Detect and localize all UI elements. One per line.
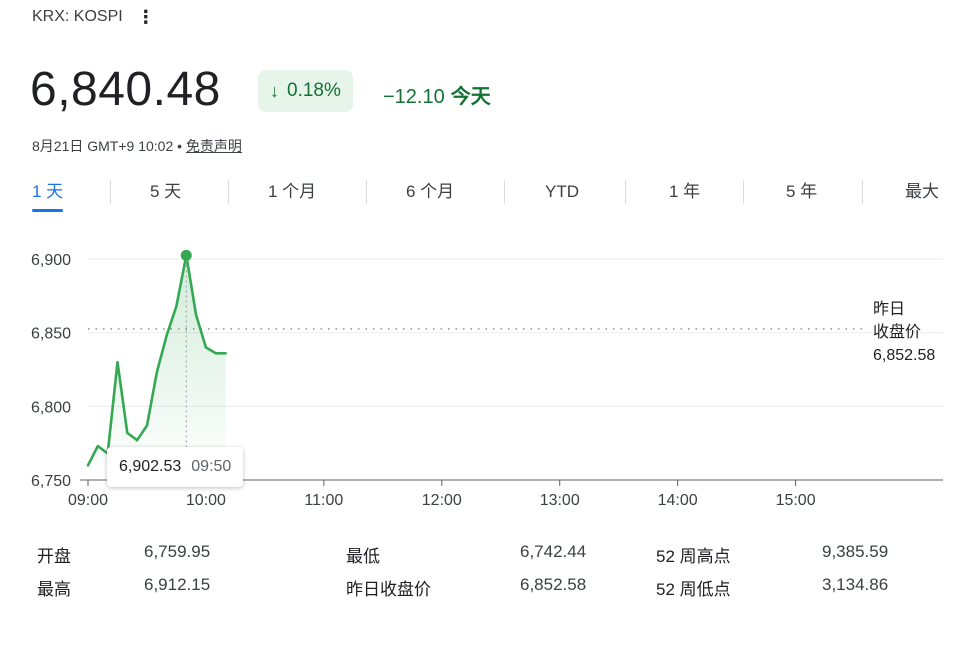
stat-low-label: 最低	[346, 547, 380, 566]
change-percent-chip: ↓ 0.18%	[258, 70, 353, 112]
change-absolute: −12.10 今天	[383, 80, 491, 109]
tab-5-years[interactable]: 5 年	[786, 176, 817, 208]
timestamp: 8月21日 GMT+9 10:02	[32, 138, 174, 154]
tab-divider	[504, 180, 505, 204]
stat-52w-low-value: 3,134.86	[822, 575, 889, 594]
stat-prev-close-label: 昨日收盘价	[346, 580, 431, 599]
tab-1-month[interactable]: 1 个月	[268, 176, 316, 208]
tab-max[interactable]: 最大	[905, 176, 939, 208]
tab-divider	[228, 180, 229, 204]
disclaimer-link[interactable]: 免责声明	[186, 138, 242, 154]
hover-tooltip: 6,902.53 09:50	[107, 447, 244, 487]
y-tick-label: 6,750	[31, 473, 71, 490]
y-tick-label: 6,900	[31, 252, 71, 269]
change-percent: 0.18%	[287, 80, 341, 101]
tab-divider	[862, 180, 863, 204]
stat-52w-high-label: 52 周高点	[656, 547, 731, 566]
tab-ytd[interactable]: YTD	[545, 176, 579, 208]
y-tick-label: 6,800	[31, 399, 71, 416]
previous-close-label: 昨日收盘价 6,852.58	[873, 300, 935, 364]
current-price: 6,840.48	[30, 63, 221, 116]
tab-divider	[366, 180, 367, 204]
arrow-down-icon: ↓	[270, 80, 279, 101]
stat-52w-low-label: 52 周低点	[656, 580, 731, 599]
x-tick-label: 12:00	[422, 492, 462, 509]
tab-divider	[625, 180, 626, 204]
tab-divider	[743, 180, 744, 204]
stat-open-label: 开盘	[37, 547, 71, 566]
tab-1-day[interactable]: 1 天	[32, 176, 64, 212]
stat-open-value: 6,759.95	[144, 542, 211, 561]
bullet-separator: •	[177, 138, 183, 154]
tooltip-price: 6,902.53	[119, 458, 182, 475]
x-tick-label: 15:00	[776, 492, 816, 509]
exchange-name: KRX: KOSPI	[32, 8, 123, 25]
x-tick-label: 10:00	[186, 492, 226, 509]
change-period: 今天	[450, 86, 491, 108]
hover-point	[180, 249, 192, 261]
timestamp-line: 8月21日 GMT+9 10:02 • 免责声明	[32, 136, 242, 156]
tab-5-days[interactable]: 5 天	[150, 176, 181, 208]
stat-prev-close-value: 6,852.58	[520, 575, 587, 594]
stat-low-value: 6,742.44	[520, 542, 587, 561]
range-tabs: 1 天 5 天 1 个月 6 个月 YTD 1 年 5 年 最大	[32, 176, 944, 216]
stat-52w-high-value: 9,385.59	[822, 542, 889, 561]
tab-6-months[interactable]: 6 个月	[406, 176, 454, 208]
x-tick-label: 13:00	[540, 492, 580, 509]
tooltip-time: 09:50	[191, 458, 232, 475]
x-tick-label: 14:00	[658, 492, 698, 509]
exchange-header: KRX: KOSPI ⋮	[32, 8, 155, 26]
more-options-icon[interactable]: ⋮	[137, 8, 155, 26]
change-value: −12.10	[383, 86, 445, 108]
tab-divider	[110, 180, 111, 204]
stat-high-label: 最高	[37, 580, 71, 599]
y-tick-label: 6,850	[31, 326, 71, 343]
x-tick-label: 11:00	[304, 492, 343, 509]
tab-1-year[interactable]: 1 年	[669, 176, 700, 208]
x-tick-label: 09:00	[68, 492, 108, 509]
stat-high-value: 6,912.15	[144, 575, 211, 594]
